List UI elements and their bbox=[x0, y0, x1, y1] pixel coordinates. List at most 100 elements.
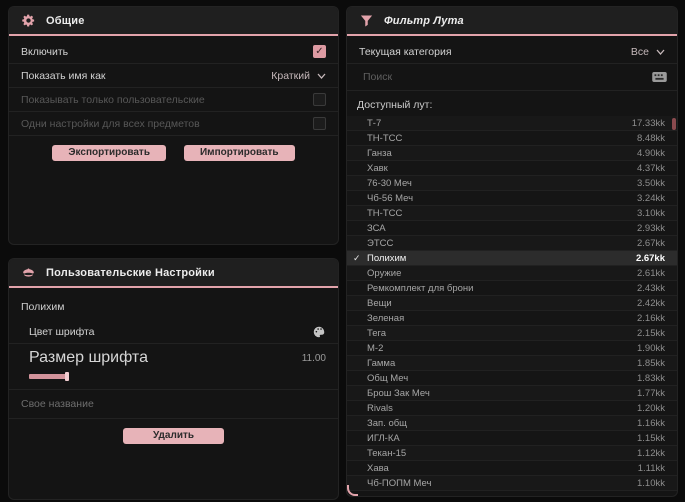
loot-item-value: 1.12kk bbox=[637, 447, 665, 459]
loot-item-name: Ганза bbox=[367, 147, 392, 159]
panel-general: Общие Включить ✓ Показать имя как Кратки… bbox=[8, 6, 339, 245]
export-button[interactable]: Экспортировать bbox=[52, 145, 166, 161]
enable-checkbox[interactable]: ✓ bbox=[313, 45, 326, 58]
loot-row[interactable]: М-2 1.90kk bbox=[347, 341, 677, 356]
only-custom-label: Показывать только пользовательские bbox=[21, 93, 205, 106]
loot-row[interactable]: 76-30 Меч 3.50kk bbox=[347, 176, 677, 191]
only-custom-checkbox[interactable] bbox=[313, 93, 326, 106]
loot-item-value: 3.24kk bbox=[637, 192, 665, 204]
panel-loot-filter: Фильтр Лута Текущая категория Все Доступ… bbox=[346, 6, 678, 497]
loot-item-name: ЭТСС bbox=[367, 237, 394, 249]
panel-filter-title: Фильтр Лута bbox=[384, 14, 464, 27]
enable-label: Включить bbox=[21, 45, 69, 58]
funnel-icon bbox=[359, 13, 374, 28]
loot-row[interactable]: Ремкомплект для брони 2.43kk bbox=[347, 281, 677, 296]
loot-item-value: 1.10kk bbox=[637, 477, 665, 489]
loot-item-value: 1.11kk bbox=[637, 462, 665, 474]
font-color-label: Цвет шрифта bbox=[29, 325, 95, 338]
single-settings-checkbox[interactable] bbox=[313, 117, 326, 130]
loot-row[interactable]: Rivals 1.20kk bbox=[347, 401, 677, 416]
loot-row[interactable]: Брош Зак Меч 1.77kk bbox=[347, 386, 677, 401]
panel-corner-accent bbox=[347, 485, 358, 496]
loot-item-name: Текан-15 bbox=[367, 447, 407, 459]
loot-item-name: Т-7 bbox=[367, 117, 382, 129]
loot-item-name: Гамма bbox=[367, 357, 396, 369]
available-loot-label: Доступный лут: bbox=[357, 99, 433, 111]
category-label: Текущая категория bbox=[359, 45, 452, 58]
loot-item-value: 2.61kk bbox=[637, 267, 665, 279]
loot-item-name: Оружие bbox=[367, 267, 402, 279]
panel-general-header: Общие bbox=[9, 7, 338, 36]
font-size-label: Размер шрифта bbox=[29, 349, 148, 366]
loot-item-name: Чб-ПОПМ Меч bbox=[367, 477, 432, 489]
selected-item-name: Полихим bbox=[21, 301, 65, 313]
font-size-slider[interactable] bbox=[29, 372, 326, 381]
show-name-dropdown[interactable]: Краткий bbox=[271, 70, 326, 82]
loot-item-name: ТН-ТСС bbox=[367, 132, 403, 144]
panel-general-title: Общие bbox=[46, 14, 85, 27]
show-name-row: Показать имя как Краткий bbox=[9, 64, 338, 88]
loot-row[interactable]: ✓ Полихим 2.67kk bbox=[347, 251, 677, 266]
export-import-row: Экспортировать Импортировать bbox=[9, 136, 338, 169]
category-value: Все bbox=[630, 45, 649, 58]
loot-row[interactable]: Гамма 1.85kk bbox=[347, 356, 677, 371]
loot-row[interactable]: ТН-ТСС 8.48kk bbox=[347, 131, 677, 146]
slider-handle[interactable] bbox=[65, 372, 69, 381]
loot-item-value: 1.83kk bbox=[637, 372, 665, 384]
slider-fill bbox=[29, 374, 67, 379]
loot-item-name: Тега bbox=[367, 327, 387, 339]
search-input[interactable] bbox=[347, 64, 652, 90]
category-row: Текущая категория Все bbox=[347, 40, 677, 64]
delete-button[interactable]: Удалить bbox=[122, 428, 225, 444]
only-custom-row: Показывать только пользовательские bbox=[9, 88, 338, 112]
loot-row[interactable]: ТН-ТСС 3.10kk bbox=[347, 206, 677, 221]
panel-custom-title: Пользовательские Настройки bbox=[46, 266, 215, 279]
font-size-value: 11.00 bbox=[301, 352, 326, 364]
loot-row[interactable]: Общ Меч 1.83kk bbox=[347, 371, 677, 386]
loot-row[interactable]: ЭТСС 2.67kk bbox=[347, 236, 677, 251]
loot-item-name: 76-30 Меч bbox=[367, 177, 412, 189]
loot-item-name: Полихим bbox=[367, 252, 407, 264]
loot-row[interactable]: Тега 2.15kk bbox=[347, 326, 677, 341]
loot-item-name: М-2 bbox=[367, 342, 384, 354]
show-name-label: Показать имя как bbox=[21, 69, 106, 82]
loot-row[interactable]: Текан-15 1.12kk bbox=[347, 446, 677, 461]
loot-item-value: 2.15kk bbox=[637, 327, 665, 339]
scrollbar-thumb[interactable] bbox=[672, 118, 676, 130]
loot-row[interactable]: Оружие 2.61kk bbox=[347, 266, 677, 281]
loot-item-value: 2.67kk bbox=[637, 237, 665, 249]
loot-row[interactable]: Т-7 17.33kk bbox=[347, 116, 677, 131]
loot-row[interactable]: Чб-ПОПМ Меч 1.10kk bbox=[347, 476, 677, 491]
category-dropdown[interactable]: Все bbox=[631, 46, 665, 58]
loot-item-value: 2.67kk bbox=[635, 252, 665, 264]
custom-name-input[interactable] bbox=[9, 390, 338, 418]
loot-item-value: 1.20kk bbox=[637, 402, 665, 414]
loot-row[interactable]: Хава 1.11kk bbox=[347, 461, 677, 476]
loot-item-value: 2.93kk bbox=[637, 222, 665, 234]
loot-row[interactable]: ЗСА 2.93kk bbox=[347, 221, 677, 236]
loot-row[interactable]: Хавк 4.37kk bbox=[347, 161, 677, 176]
loot-item-name: Общ Меч bbox=[367, 372, 409, 384]
loot-item-name: Зеленая bbox=[367, 312, 405, 324]
loot-row[interactable]: Ганза 4.90kk bbox=[347, 146, 677, 161]
loot-row[interactable]: Чб-56 Меч 3.24kk bbox=[347, 191, 677, 206]
single-settings-row: Одни настройки для всех предметов bbox=[9, 112, 338, 136]
loot-item-value: 8.48kk bbox=[637, 132, 665, 144]
beret-icon bbox=[21, 265, 36, 280]
loot-item-name: ТН-ТСС bbox=[367, 207, 403, 219]
loot-row[interactable]: ИГЛ-КА 1.15kk bbox=[347, 431, 677, 446]
keyboard-icon[interactable] bbox=[652, 72, 667, 82]
panel-custom-settings: Пользовательские Настройки Полихим Цвет … bbox=[8, 258, 339, 500]
check-icon: ✓ bbox=[353, 252, 361, 263]
loot-item-value: 2.42kk bbox=[637, 297, 665, 309]
font-color-row: Цвет шрифта bbox=[9, 320, 338, 344]
loot-row[interactable]: Зап. общ 1.16kk bbox=[347, 416, 677, 431]
loot-row[interactable]: Зеленая 2.16kk bbox=[347, 311, 677, 326]
loot-item-value: 1.16kk bbox=[637, 417, 665, 429]
palette-icon[interactable] bbox=[312, 325, 326, 339]
import-button[interactable]: Импортировать bbox=[183, 145, 295, 161]
loot-row[interactable]: Вещи 2.42kk bbox=[347, 296, 677, 311]
loot-item-name: ИГЛ-КА bbox=[367, 432, 400, 444]
panel-general-body: Включить ✓ Показать имя как Краткий Пока… bbox=[9, 36, 338, 169]
custom-name-row bbox=[9, 390, 338, 419]
